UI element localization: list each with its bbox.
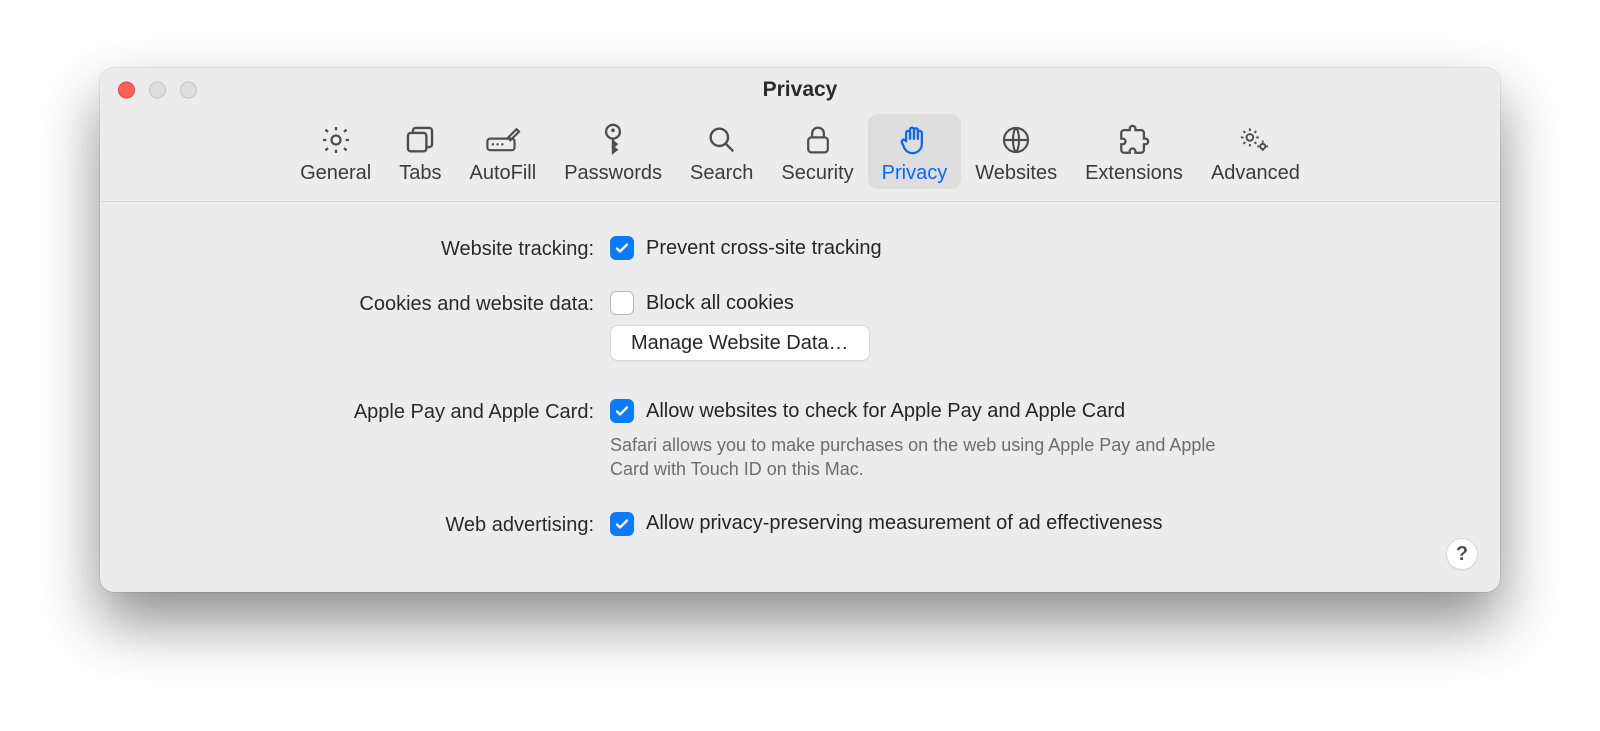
key-icon	[593, 120, 633, 160]
tab-label: Websites	[975, 162, 1057, 185]
tab-label: Privacy	[882, 162, 948, 185]
tab-label: Search	[690, 162, 753, 185]
allow-apple-pay-check-checkbox[interactable]: Allow websites to check for Apple Pay an…	[610, 399, 1470, 423]
pencil-field-icon	[483, 120, 523, 160]
checkbox-label: Block all cookies	[646, 292, 794, 315]
privacy-pane: Website tracking: Prevent cross-site tra…	[100, 202, 1500, 537]
row-website-tracking: Website tracking: Prevent cross-site tra…	[130, 236, 1470, 261]
manage-website-data-button[interactable]: Manage Website Data…	[610, 325, 870, 361]
apple-pay-hint: Safari allows you to make purchases on t…	[610, 433, 1250, 482]
tab-privacy[interactable]: Privacy	[868, 114, 962, 189]
preferences-window: Privacy General Tabs	[100, 68, 1500, 592]
row-cookies: Cookies and website data: Block all cook…	[130, 291, 1470, 361]
lock-icon	[798, 120, 838, 160]
zoom-window-button[interactable]	[180, 82, 197, 99]
checkbox-label: Prevent cross-site tracking	[646, 237, 882, 260]
tab-extensions[interactable]: Extensions	[1071, 114, 1197, 189]
row-label: Apple Pay and Apple Card:	[130, 399, 610, 424]
tab-advanced[interactable]: Advanced	[1197, 114, 1314, 189]
tab-autofill[interactable]: AutoFill	[455, 114, 550, 189]
help-button[interactable]: ?	[1446, 538, 1478, 570]
gears-icon	[1235, 120, 1275, 160]
block-all-cookies-checkbox[interactable]: Block all cookies	[610, 291, 1470, 315]
checkbox-icon	[610, 236, 634, 260]
tab-label: Tabs	[399, 162, 441, 185]
gear-icon	[316, 120, 356, 160]
tab-search[interactable]: Search	[676, 114, 767, 189]
tab-label: General	[300, 162, 371, 185]
checkbox-icon	[610, 291, 634, 315]
row-label: Website tracking:	[130, 236, 610, 261]
globe-icon	[996, 120, 1036, 160]
preferences-toolbar: General Tabs AutoFill	[100, 112, 1500, 202]
checkbox-label: Allow websites to check for Apple Pay an…	[646, 400, 1125, 423]
tab-label: AutoFill	[469, 162, 536, 185]
row-apple-pay: Apple Pay and Apple Card: Allow websites…	[130, 399, 1470, 482]
magnifying-glass-icon	[702, 120, 742, 160]
tab-security[interactable]: Security	[767, 114, 867, 189]
window-title: Privacy	[763, 78, 838, 102]
checkbox-label: Allow privacy-preserving measurement of …	[646, 512, 1163, 535]
allow-ad-measurement-checkbox[interactable]: Allow privacy-preserving measurement of …	[610, 512, 1470, 536]
minimize-window-button[interactable]	[149, 82, 166, 99]
prevent-cross-site-tracking-checkbox[interactable]: Prevent cross-site tracking	[610, 236, 1470, 260]
checkbox-icon	[610, 512, 634, 536]
tab-label: Extensions	[1085, 162, 1183, 185]
tab-websites[interactable]: Websites	[961, 114, 1071, 189]
titlebar: Privacy	[100, 68, 1500, 112]
tab-label: Advanced	[1211, 162, 1300, 185]
row-label: Cookies and website data:	[130, 291, 610, 316]
checkbox-icon	[610, 399, 634, 423]
tab-label: Passwords	[564, 162, 662, 185]
row-label: Web advertising:	[130, 512, 610, 537]
tab-passwords[interactable]: Passwords	[550, 114, 676, 189]
close-window-button[interactable]	[118, 82, 135, 99]
row-web-advertising: Web advertising: Allow privacy-preservin…	[130, 512, 1470, 537]
puzzle-icon	[1114, 120, 1154, 160]
rectangles-icon	[400, 120, 440, 160]
tab-label: Security	[781, 162, 853, 185]
window-controls	[118, 82, 197, 99]
tab-general[interactable]: General	[286, 114, 385, 189]
tab-tabs[interactable]: Tabs	[385, 114, 455, 189]
hand-icon	[894, 120, 934, 160]
